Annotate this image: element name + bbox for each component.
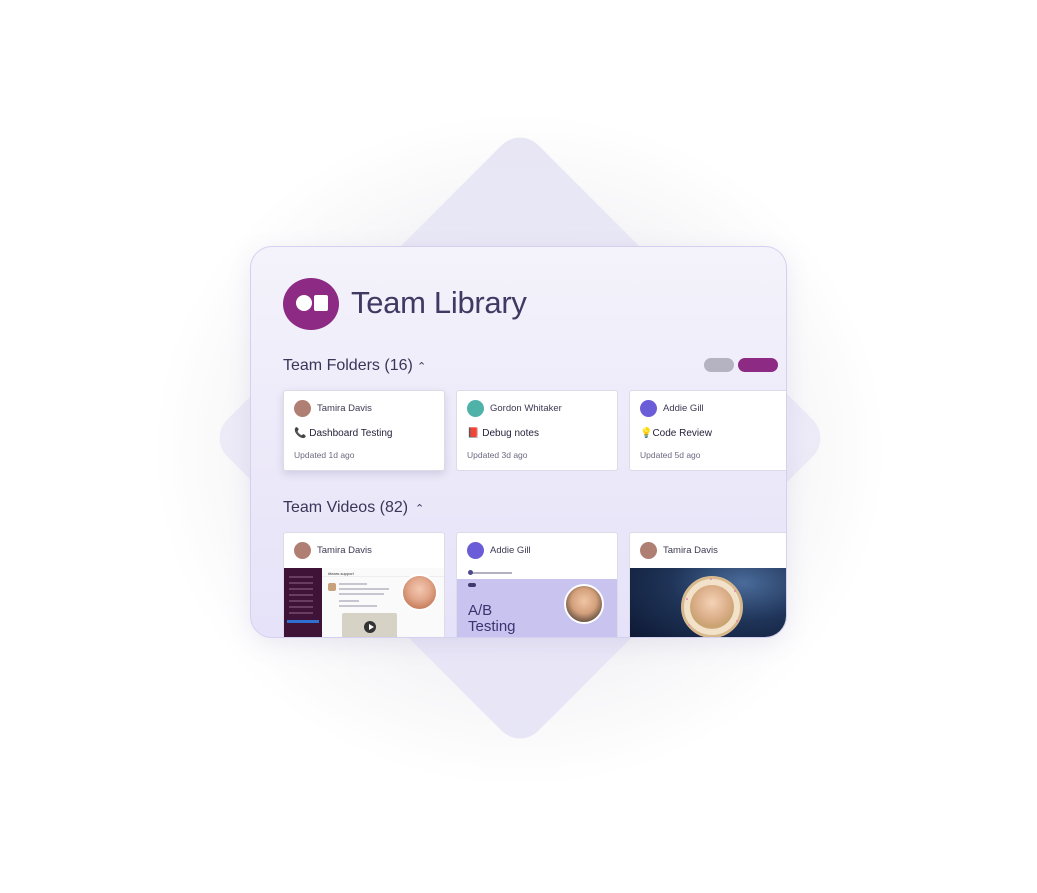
avatar [294,542,311,559]
presenter-avatar [564,584,604,624]
thumb-selection [287,620,319,623]
folder-name[interactable]: 💡Code Review [640,428,712,439]
folder-author: Addie Gill [663,403,704,414]
thumb-channel: #team-support [328,571,354,576]
thumb-title: A/B Testing [468,602,516,635]
phone-icon: 📞 [294,428,307,439]
folder-card[interactable]: Gordon Whitaker 📕 Debug notes Updated 3d… [456,390,618,471]
view-toggle-on[interactable] [738,358,778,372]
video-thumbnail[interactable] [630,568,786,637]
team-videos-heading[interactable]: Team Videos (82) [283,499,408,517]
folder-title: Code Review [652,428,712,439]
video-thumbnail[interactable]: #team-support [284,568,444,637]
avatar [640,400,657,417]
folder-author: Gordon Whitaker [490,403,562,414]
thumb-sidebar [284,568,322,637]
video-author: Tamira Davis [317,545,372,556]
folder-updated: Updated 1d ago [294,450,355,460]
avatar [467,400,484,417]
avatar [467,542,484,559]
presenter-avatar [690,585,734,629]
folder-name[interactable]: 📕 Debug notes [467,428,539,439]
stage: Team Library Team Folders (16) ⌃ Tamira … [0,0,1037,893]
video-author: Addie Gill [490,545,531,556]
video-card[interactable]: Tamira Davis [629,532,786,637]
folder-card[interactable]: Tamira Davis 📞 Dashboard Testing Updated… [283,390,445,471]
folder-updated: Updated 3d ago [467,450,528,460]
folder-name[interactable]: 📞 Dashboard Testing [294,428,392,439]
video-author: Tamira Davis [663,545,718,556]
brand-logo-icon [283,278,339,330]
page-title: Team Library [351,285,527,320]
video-card[interactable]: Addie Gill A/B Testing [456,532,618,637]
folder-title: Dashboard Testing [309,428,393,439]
video-thumbnail[interactable]: A/B Testing [457,568,617,637]
brand-logo-icon [468,583,476,587]
folder-card[interactable]: Addie Gill 💡Code Review Updated 5d ago [629,390,786,471]
team-folders-heading[interactable]: Team Folders (16) [283,357,413,375]
book-icon: 📕 [467,428,480,439]
team-library-window: Team Library Team Folders (16) ⌃ Tamira … [250,246,787,638]
collapse-videos-icon[interactable]: ⌃ [415,502,424,515]
collapse-folders-icon[interactable]: ⌃ [417,360,426,373]
folder-author: Tamira Davis [317,403,372,414]
folder-updated: Updated 5d ago [640,450,701,460]
lightbulb-icon: 💡 [640,428,653,439]
folder-title: Debug notes [482,428,539,439]
avatar [640,542,657,559]
play-icon[interactable] [364,621,376,633]
video-card[interactable]: Tamira Davis #team-support [283,532,445,637]
avatar [294,400,311,417]
presenter-avatar [401,574,438,611]
view-toggle-off[interactable] [704,358,734,372]
